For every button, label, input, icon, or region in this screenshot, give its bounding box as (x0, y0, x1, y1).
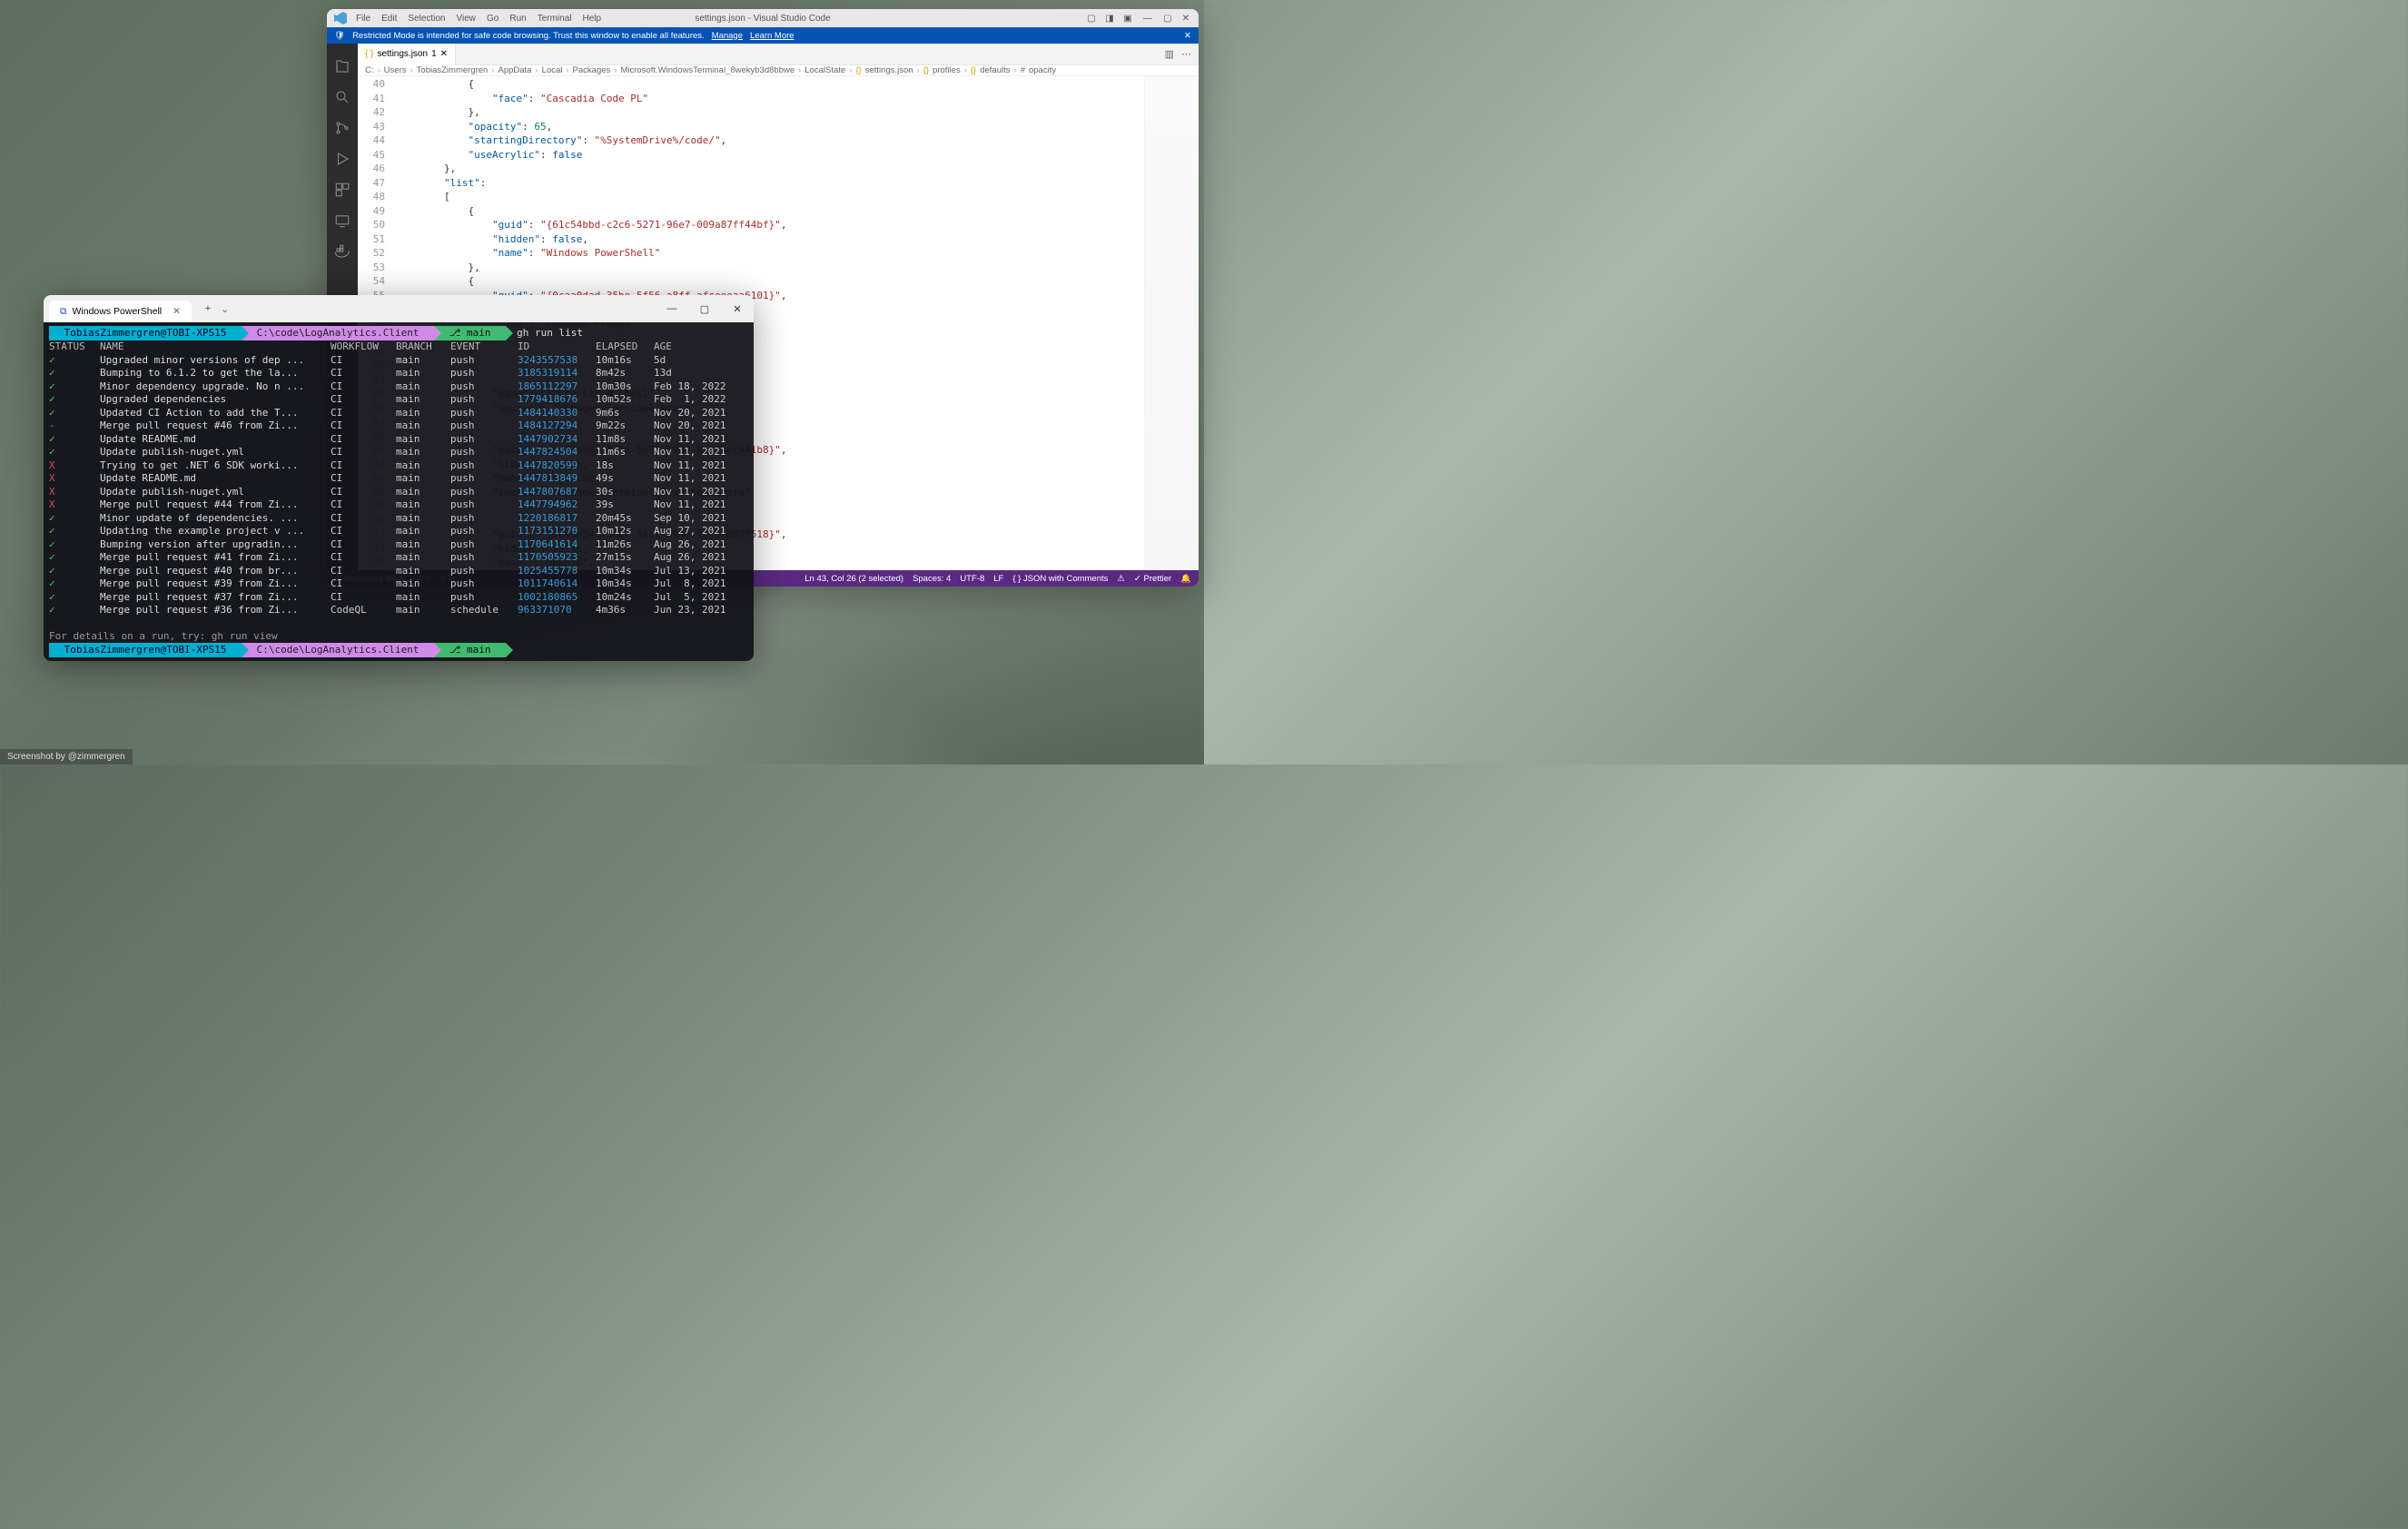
minimap[interactable] (1144, 76, 1199, 570)
source-control-icon[interactable] (327, 113, 358, 143)
menu-run[interactable]: Run (509, 14, 526, 24)
menu-selection[interactable]: Selection (408, 14, 445, 24)
manage-link[interactable]: Manage (712, 31, 743, 41)
run-debug-icon[interactable] (327, 143, 358, 174)
screenshot-watermark: Screenshot by @zimmergren (0, 749, 133, 764)
tab-close-icon[interactable]: ✕ (173, 306, 181, 317)
cursor-position[interactable]: Ln 43, Col 26 (2 selected) (804, 574, 903, 584)
layout-icon-2[interactable]: ◨ (1104, 14, 1115, 24)
layout-icon-1[interactable]: ▢ (1086, 14, 1097, 24)
powershell-icon: ⧉ (60, 306, 67, 318)
editor-tabs: { } settings.json 1 ✕ ▥ ⋯ (358, 44, 1199, 65)
new-tab-button[interactable]: + (197, 303, 219, 314)
menu-file[interactable]: File (356, 14, 370, 24)
banner-close-icon[interactable]: ✕ (1184, 31, 1191, 41)
close-button[interactable]: ✕ (1180, 14, 1191, 24)
breadcrumbs[interactable]: C: › Users › TobiasZimmergren › AppData … (358, 65, 1199, 76)
minimize-button[interactable]: — (1140, 14, 1155, 24)
maximize-button[interactable]: ▢ (688, 295, 721, 322)
menu-edit[interactable]: Edit (381, 14, 397, 24)
eol-status[interactable]: LF (993, 574, 1003, 584)
windows-terminal-window: ⧉ Windows PowerShell ✕ + ⌄ — ▢ ✕ TobiasZ… (44, 295, 754, 661)
terminal-tab[interactable]: ⧉ Windows PowerShell ✕ (49, 301, 192, 322)
search-icon[interactable] (327, 82, 358, 113)
vscode-logo-icon (334, 12, 347, 25)
indent-status[interactable]: Spaces: 4 (913, 574, 951, 584)
layout-icon-3[interactable]: ▣ (1122, 14, 1133, 24)
encoding-status[interactable]: UTF-8 (960, 574, 984, 584)
json-file-icon: { } (365, 49, 373, 59)
close-button[interactable]: ✕ (721, 295, 754, 322)
terminal-tab-title: Windows PowerShell (73, 306, 163, 317)
terminal-content[interactable]: TobiasZimmergren@TOBI-XPS15 C:\code\LogA… (44, 322, 754, 661)
window-title: settings.json - Visual Studio Code (695, 14, 830, 24)
language-mode[interactable]: { } JSON with Comments (1012, 574, 1108, 584)
terminal-title-bar[interactable]: ⧉ Windows PowerShell ✕ + ⌄ — ▢ ✕ (44, 295, 754, 322)
feedback-icon[interactable]: ⚠ (1117, 574, 1125, 584)
tab-close-icon[interactable]: ✕ (440, 49, 448, 59)
tab-dropdown-icon[interactable]: ⌄ (221, 303, 229, 315)
maximize-button[interactable]: ▢ (1162, 14, 1173, 24)
remote-icon[interactable] (327, 205, 358, 236)
menu-help[interactable]: Help (583, 14, 602, 24)
tab-settings-json[interactable]: { } settings.json 1 ✕ (358, 44, 456, 65)
vscode-title-bar[interactable]: File Edit Selection View Go Run Terminal Help s… (327, 9, 1199, 27)
menu-bar: File Edit Selection View Go Run Terminal Help (356, 14, 601, 24)
tab-filename: settings.json (377, 49, 428, 59)
tab-badge: 1 (431, 49, 437, 59)
learn-more-link[interactable]: Learn More (750, 31, 794, 41)
more-actions-icon[interactable]: ⋯ (1181, 48, 1191, 60)
minimize-button[interactable]: — (656, 295, 688, 322)
banner-text: Restricted Mode is intended for safe cod… (352, 31, 705, 41)
menu-terminal[interactable]: Terminal (538, 14, 572, 24)
notifications-icon[interactable]: 🔔 (1180, 574, 1191, 584)
menu-go[interactable]: Go (487, 14, 498, 24)
prettier-status[interactable]: ✓ Prettier (1134, 574, 1171, 584)
window-controls: ▢ ◨ ▣ — ▢ ✕ (1086, 14, 1191, 24)
extensions-icon[interactable] (327, 174, 358, 205)
shield-icon: 🛡 (334, 31, 345, 41)
menu-view[interactable]: View (457, 14, 477, 24)
restricted-mode-banner: 🛡 Restricted Mode is intended for safe c… (327, 27, 1199, 44)
docker-icon[interactable] (327, 236, 358, 267)
explorer-icon[interactable] (327, 51, 358, 82)
split-editor-icon[interactable]: ▥ (1165, 48, 1174, 60)
